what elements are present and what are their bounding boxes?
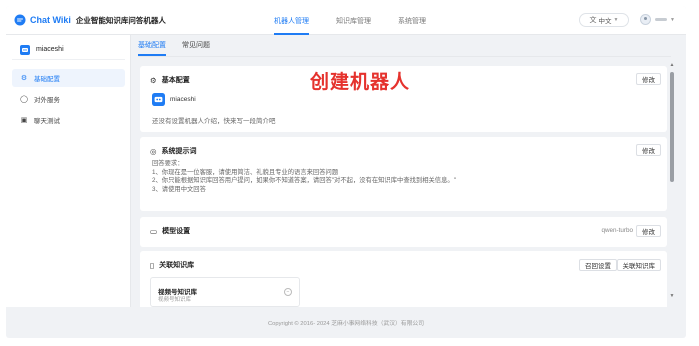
bot-description: 还没有设置机器人介绍，快来写一段简介吧 [152,118,276,125]
prompt-line: 1、你现在是一位客服，请使用简洁、礼貌且专业的语言来回答问题 [152,168,339,176]
tab-basic-config[interactable]: 基础配置 [138,40,166,56]
nav-robot-management[interactable]: 机器人管理 [274,16,309,35]
sidebar-item-external-service[interactable]: ◯ 对外服务 [12,90,125,108]
service-icon: ◯ [20,96,28,103]
tab-faq[interactable]: 常见问题 [182,40,210,50]
basic-config-title: 基本配置 [161,77,190,84]
bot-name: miaceshi [170,96,196,103]
edit-model-button[interactable]: 修改 [636,225,661,237]
app-window: Chat Wiki 企业智能知识库问答机器人 机器人管理 知识库管理 系统管理 … [6,6,686,338]
model-settings-title: 模型设置 [162,228,191,235]
bulb-icon: ◎ [150,146,157,156]
link-kb-button[interactable]: 关联知识库 [616,259,661,271]
nav-system-management[interactable]: 系统管理 [398,16,426,26]
kb-subtitle: 视频号知识库 [158,297,192,303]
chevron-down-icon: ▼ [613,17,619,23]
linked-kb-title: 关联知识库 [159,262,195,269]
linked-kb-card: ▯ 关联知识库 召回设置 关联知识库 视频号知识库 视频号知识库 − [140,251,667,307]
gear-icon: ⚙ [20,75,28,82]
monitor-icon: ▭ [150,226,158,236]
bot-icon [20,44,30,55]
tab-divider [138,56,671,57]
sidebar-item-chat-test[interactable]: ▣ 聊天测试 [12,111,125,129]
prompt-line: 回答要求： [152,160,184,167]
scroll-down-icon[interactable]: ▼ [669,293,675,299]
edit-basic-config-button[interactable]: 修改 [636,73,661,85]
card-title: ▭ 模型设置 [150,226,190,236]
recall-settings-button[interactable]: 召回设置 [579,259,617,271]
user-menu[interactable]: ▼ [640,14,675,25]
prompt-line: 3、请使用中文回答 [152,185,206,193]
system-prompt-text: 回答要求： 1、你现在是一位客服，请使用简洁、礼貌且专业的语言来回答问题 2、你… [152,160,456,194]
chevron-down-icon: ▼ [670,16,675,23]
model-name: qwen-turbo [601,227,633,234]
current-bot: miaceshi [12,40,125,60]
remove-icon[interactable]: − [284,288,292,296]
system-prompt-card: ◎ 系统提示词 修改 回答要求： 1、你现在是一位客服，请使用简洁、礼貌且专业的… [140,137,667,211]
top-header: Chat Wiki 企业智能知识库问答机器人 机器人管理 知识库管理 系统管理 … [6,6,686,35]
language-selector[interactable]: 文 中文 ▼ [579,13,629,27]
app-subtitle: 企业智能知识库问答机器人 [75,15,166,25]
main-nav: 机器人管理 知识库管理 系统管理 [274,16,453,35]
sidebar-item-label: 聊天测试 [34,118,60,125]
scroll-up-icon[interactable]: ▲ [669,62,675,68]
chat-wiki-logo-icon [14,14,26,26]
sidebar-menu: ⚙ 基础配置 ◯ 对外服务 ▣ 聊天测试 [12,69,125,132]
overlay-title: 创建机器人 [310,71,411,93]
prompt-line: 2、你只能根据知识库回答用户提问，如果你不知道答案，请回答"对不起，没有在知识库… [152,177,456,184]
system-prompt-title: 系统提示词 [161,148,197,155]
language-icon: 文 [589,17,597,24]
card-title: ▯ 关联知识库 [150,260,194,270]
nav-knowledge-base-management[interactable]: 知识库管理 [336,16,371,26]
app-name: Chat Wiki [30,15,71,25]
user-name-redacted [655,18,667,21]
footer-copyright: Copyright © 2016- 2024 芝麻小事网络科技（武汉）有限公司 [268,321,424,327]
model-settings-card: ▭ 模型设置 qwen-turbo 修改 [140,217,667,247]
book-icon: ▯ [150,260,155,270]
kb-item[interactable]: 视频号知识库 视频号知识库 − [150,277,300,307]
chat-icon: ▣ [20,117,28,124]
card-title: ⚙ 基本配置 [150,75,190,85]
scroll-thumb[interactable] [670,72,674,182]
card-title: ◎ 系统提示词 [150,146,197,156]
bot-name: miaceshi [36,46,64,53]
content-tabs: 基础配置 常见问题 [138,40,226,56]
bot-icon [152,93,165,106]
sidebar-item-basic-config[interactable]: ⚙ 基础配置 [12,69,125,87]
language-label: 中文 [598,18,612,25]
edit-system-prompt-button[interactable]: 修改 [636,144,661,156]
logo[interactable]: Chat Wiki 企业智能知识库问答机器人 [14,14,166,26]
sidebar: miaceshi ⚙ 基础配置 ◯ 对外服务 ▣ 聊天测试 [6,35,131,307]
sidebar-item-label: 基础配置 [34,76,60,83]
scrollbar[interactable]: ▲ ▼ [669,62,675,307]
sidebar-item-label: 对外服务 [34,97,60,104]
settings-icon: ⚙ [150,75,157,85]
bot-info: miaceshi [152,93,196,106]
avatar [640,14,651,25]
